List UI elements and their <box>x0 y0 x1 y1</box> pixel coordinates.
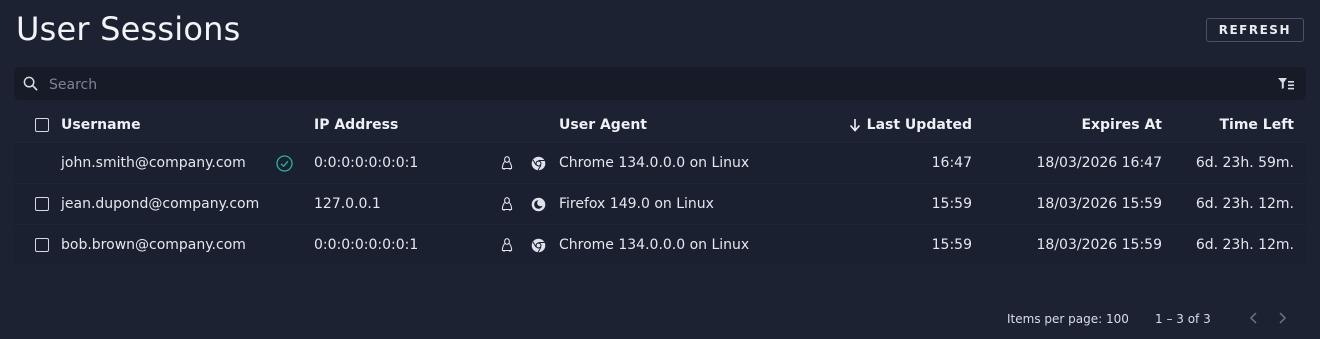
table-row[interactable]: john.smith@company.com 0:0:0:0:0:0:0:1 C… <box>14 142 1306 183</box>
row-username: jean.dupond@company.com <box>61 196 260 212</box>
row-username: john.smith@company.com <box>61 155 246 171</box>
row-select-checkbox[interactable] <box>35 197 49 211</box>
row-ip-address: 0:0:0:0:0:0:0:1 <box>314 237 419 253</box>
linux-icon <box>501 143 513 183</box>
sort-descending-icon <box>849 119 860 132</box>
column-header-expires-at[interactable]: Expires At <box>1081 108 1162 142</box>
refresh-button[interactable]: REFRESH <box>1205 18 1304 42</box>
page-title: User Sessions <box>16 10 241 48</box>
chevron-left-icon[interactable] <box>1246 310 1262 326</box>
row-expires-at: 18/03/2026 15:59 <box>1036 237 1163 253</box>
row-last-updated: 15:59 <box>931 237 972 253</box>
linux-icon <box>501 225 513 265</box>
firefox-icon <box>531 184 546 224</box>
chrome-icon <box>531 143 546 183</box>
current-session-check-icon <box>276 143 293 183</box>
row-user-agent: Chrome 134.0.0.0 on Linux <box>559 237 750 253</box>
select-all-checkbox[interactable] <box>35 118 49 132</box>
row-ip-address: 127.0.0.1 <box>314 196 381 212</box>
row-time-left: 6d. 23h. 59m. <box>1195 155 1294 171</box>
linux-icon <box>501 184 513 224</box>
column-header-ip-address[interactable]: IP Address <box>314 108 398 142</box>
row-user-agent: Chrome 134.0.0.0 on Linux <box>559 155 750 171</box>
row-ip-address: 0:0:0:0:0:0:0:1 <box>314 155 419 171</box>
search-bar <box>14 67 1306 102</box>
table-header-row: Username IP Address User Agent Last Upda… <box>14 108 1306 142</box>
column-header-last-updated-label: Last Updated <box>866 117 972 133</box>
row-last-updated: 15:59 <box>931 196 972 212</box>
table-row[interactable]: bob.brown@company.com 0:0:0:0:0:0:0:1 Ch… <box>14 224 1306 265</box>
row-select-checkbox[interactable] <box>35 238 49 252</box>
row-expires-at: 18/03/2026 16:47 <box>1036 155 1163 171</box>
row-last-updated: 16:47 <box>931 155 972 171</box>
chrome-icon <box>531 225 546 265</box>
column-header-user-agent[interactable]: User Agent <box>559 108 647 142</box>
row-username: bob.brown@company.com <box>61 237 246 253</box>
column-header-time-left[interactable]: Time Left <box>1219 108 1294 142</box>
row-time-left: 6d. 23h. 12m. <box>1195 237 1294 253</box>
items-per-page[interactable]: Items per page: 100 <box>1007 312 1129 326</box>
column-header-last-updated[interactable]: Last Updated <box>849 108 972 142</box>
pagination: Items per page: 100 1 – 3 of 3 <box>0 310 1320 328</box>
row-expires-at: 18/03/2026 15:59 <box>1036 196 1163 212</box>
search-input[interactable] <box>47 67 1266 102</box>
sessions-table: Username IP Address User Agent Last Upda… <box>14 108 1306 265</box>
search-icon <box>23 76 38 91</box>
page-range: 1 – 3 of 3 <box>1155 312 1211 326</box>
row-user-agent: Firefox 149.0 on Linux <box>559 196 714 212</box>
column-header-username[interactable]: Username <box>61 108 141 142</box>
chevron-right-icon[interactable] <box>1274 310 1290 326</box>
row-time-left: 6d. 23h. 12m. <box>1195 196 1294 212</box>
table-row[interactable]: jean.dupond@company.com 127.0.0.1 Firefo… <box>14 183 1306 224</box>
filter-list-icon[interactable] <box>1278 77 1294 90</box>
